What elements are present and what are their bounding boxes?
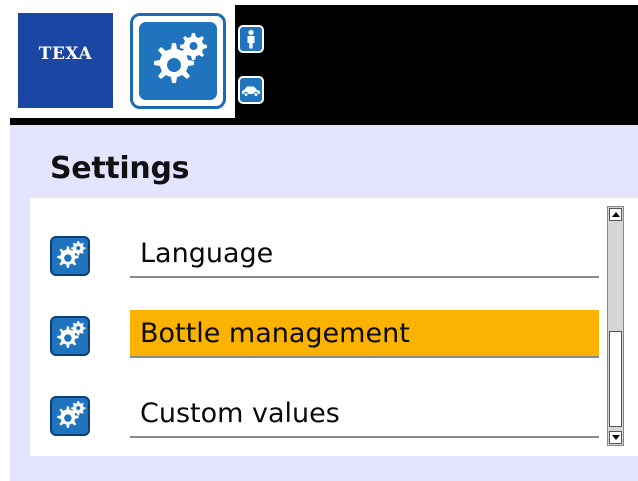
texa-logo: TEXA [18, 13, 113, 108]
settings-list: Language Bottle management Custom values [30, 198, 638, 456]
user-button[interactable] [238, 25, 264, 53]
arrow-down-icon [611, 435, 620, 440]
scroll-up-button[interactable] [609, 208, 622, 221]
list-item-custom-values[interactable]: Custom values [30, 374, 600, 454]
header-bar: TEXA [10, 5, 638, 125]
gears-icon [50, 396, 90, 436]
gears-icon [139, 22, 217, 100]
vehicle-button[interactable] [238, 76, 264, 104]
vertical-scrollbar[interactable] [607, 206, 624, 446]
list-item-label: Language [130, 230, 599, 278]
gears-icon [50, 236, 90, 276]
list-item-language[interactable]: Language [30, 214, 600, 294]
arrow-up-icon [611, 212, 620, 217]
list-item-bottle-management[interactable]: Bottle management [30, 294, 600, 374]
page-title: Settings [50, 151, 190, 186]
list-item-label: Bottle management [130, 310, 599, 358]
header-brand-area: TEXA [10, 5, 235, 118]
gears-icon [50, 316, 90, 356]
scroll-down-button[interactable] [609, 431, 622, 444]
app-frame: TEXA Settings Language Bottle management… [10, 5, 638, 481]
settings-app-button[interactable] [130, 13, 226, 109]
list-item-label: Custom values [130, 390, 599, 438]
user-icon [247, 29, 255, 49]
scrollbar-thumb[interactable] [609, 331, 622, 427]
logo-text: TEXA [38, 43, 93, 64]
car-icon [242, 86, 260, 97]
